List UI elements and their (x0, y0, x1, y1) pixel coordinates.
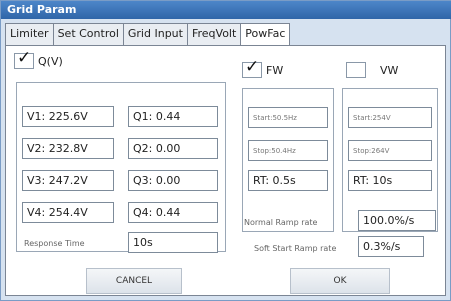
fw-stop-field[interactable]: Stop:50.4Hz (248, 140, 328, 161)
response-time-field[interactable]: 10s (128, 232, 218, 253)
fw-checkbox[interactable]: ✓ (242, 57, 262, 78)
vw-label: VW (380, 63, 399, 77)
tab-limiter[interactable]: Limiter (5, 23, 54, 45)
vw-stop-field[interactable]: Stop:264V (348, 140, 432, 161)
ok-button[interactable]: OK (290, 268, 390, 294)
qv-checkbox[interactable]: ✓ (14, 48, 34, 69)
fw-label: FW (266, 63, 284, 77)
qv-label: Q(V) (38, 54, 63, 68)
q3-field[interactable]: Q3: 0.00 (128, 170, 218, 191)
cancel-button[interactable]: CANCEL (86, 268, 182, 294)
tab-powfac[interactable]: PowFac (240, 23, 291, 47)
v3-field[interactable]: V3: 247.2V (22, 170, 114, 191)
v2-field[interactable]: V2: 232.8V (22, 138, 114, 159)
q1-field[interactable]: Q1: 0.44 (128, 106, 218, 127)
tab-bar: Limiter Set Control Grid Input FreqVolt … (5, 23, 291, 47)
v1-field[interactable]: V1: 225.6V (22, 106, 114, 127)
qv-checkbox-row[interactable]: ✓ Q(V) (14, 48, 63, 69)
soft-start-label: Soft Start Ramp rate (254, 244, 337, 253)
checkmark-icon: ✓ (17, 48, 32, 68)
fw-rt-field[interactable]: RT: 0.5s (248, 170, 328, 191)
fw-start-field[interactable]: Start:50.5Hz (248, 107, 328, 128)
vw-start-field[interactable]: Start:254V (348, 107, 432, 128)
fw-checkbox-row[interactable]: ✓ FW (242, 57, 284, 78)
v4-field[interactable]: V4: 254.4V (22, 202, 114, 223)
q4-field[interactable]: Q4: 0.44 (128, 202, 218, 223)
normal-ramp-label: Normal Ramp rate (244, 218, 318, 227)
q2-field[interactable]: Q2: 0.00 (128, 138, 218, 159)
tab-grid-input[interactable]: Grid Input (122, 23, 188, 45)
vw-rt-field[interactable]: RT: 10s (348, 170, 432, 191)
grid-param-window: Grid Param Limiter Set Control Grid Inpu… (0, 0, 451, 301)
tab-freqvolt[interactable]: FreqVolt (186, 23, 242, 45)
checkmark-icon: ✓ (245, 57, 260, 77)
window-title: Grid Param (1, 1, 451, 19)
tab-set-control[interactable]: Set Control (52, 23, 124, 45)
soft-start-field[interactable]: 0.3%/s (358, 236, 424, 257)
vw-checkbox-row[interactable]: VW (346, 62, 398, 78)
powfac-panel: ✓ Q(V) V1: 225.6V Q1: 0.44 V2: 232.8V Q2… (5, 45, 446, 296)
normal-ramp-field[interactable]: 100.0%/s (358, 210, 436, 231)
vw-checkbox[interactable] (346, 62, 366, 78)
response-time-label: Response Time (24, 239, 85, 248)
